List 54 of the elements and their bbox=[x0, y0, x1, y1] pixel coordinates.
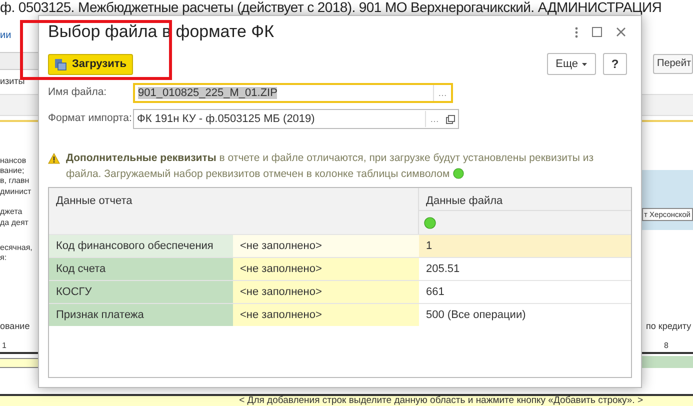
link[interactable]: ии bbox=[0, 28, 12, 43]
toolbar bbox=[0, 52, 38, 70]
picker-button[interactable]: … bbox=[433, 85, 451, 101]
warning-text: Дополнительные реквизиты в отчете и файле отличаются, при загрузке будут установлены реквизиты из файла. Загружаемый набор реквизитов отмечен в колонке таблицы символом bbox=[66, 151, 595, 182]
label: вание; bbox=[0, 165, 24, 177]
table-cell: 1 bbox=[419, 235, 631, 257]
table-cell: Код счета bbox=[49, 258, 233, 280]
field-label: Формат импорта: bbox=[48, 111, 133, 126]
button[interactable]: Перейт bbox=[653, 54, 693, 74]
load-button[interactable]: Загрузить bbox=[48, 54, 133, 74]
column-header: Данные файла bbox=[419, 188, 631, 211]
input-field[interactable]: ФК 191н КУ - ф.0503125 МБ (2019) … bbox=[133, 109, 459, 129]
picker-button[interactable]: … bbox=[425, 111, 443, 127]
table-row[interactable]: КОСГУ <не заполнено> 661 bbox=[49, 280, 631, 303]
label: есячная, bbox=[0, 242, 32, 254]
table-cell bbox=[642, 356, 693, 368]
table-cell: <не заполнено> bbox=[233, 258, 419, 280]
input-field[interactable]: 901_010825_225_M_01.ZIP … bbox=[133, 83, 453, 103]
table-cell: <не заполнено> bbox=[233, 235, 419, 257]
column-header: по кредиту bbox=[646, 320, 692, 333]
label: да деят bbox=[0, 217, 28, 229]
table-cell: КОСГУ bbox=[49, 281, 233, 303]
more-icon[interactable] bbox=[575, 26, 578, 38]
table-row bbox=[0, 358, 38, 368]
table-cell: Признак платежа bbox=[49, 304, 233, 326]
label: дминист bbox=[0, 186, 32, 198]
table-row[interactable]: Признак платежа <не заполнено> 500 (Все операции) bbox=[49, 303, 631, 326]
hint-text: < Для добавления строк выделите данную область и нажмите кнопку «Добавить строку». > bbox=[239, 396, 643, 406]
status-dot-icon bbox=[424, 216, 436, 228]
close-icon[interactable] bbox=[616, 27, 626, 37]
column-number: 8 bbox=[664, 341, 668, 351]
maximize-icon[interactable] bbox=[592, 27, 602, 37]
label: я: bbox=[0, 252, 7, 264]
table-cell: Код финансового обеспечения bbox=[49, 235, 233, 257]
table-row[interactable]: Код финансового обеспечения <не заполнено> 1 bbox=[49, 234, 631, 257]
window-title: ф. 0503125. Межбюджетные расчеты (действует с 2018). 901 МО Верхнерогачикский. АДМИНИСТРАЦИЯ bbox=[0, 0, 662, 15]
table-cell: <не заполнено> bbox=[233, 304, 419, 326]
column-number: 1 bbox=[2, 341, 6, 351]
database-icon bbox=[54, 58, 67, 70]
label: джета bbox=[0, 206, 22, 218]
table-cell: <не заполнено> bbox=[233, 281, 419, 303]
field-label: Имя файла: bbox=[48, 85, 108, 100]
status-dot-icon bbox=[452, 168, 464, 179]
label: в, главн bbox=[0, 175, 30, 187]
label: нансов bbox=[0, 155, 26, 167]
open-icon[interactable] bbox=[446, 114, 455, 124]
tab[interactable]: изиты bbox=[0, 75, 25, 88]
table-row[interactable]: Код счета <не заполнено> 205.51 bbox=[49, 257, 631, 280]
warning-icon bbox=[48, 153, 60, 164]
column-header: Данные отчета bbox=[49, 188, 419, 234]
help-button[interactable]: ? bbox=[603, 53, 627, 75]
column-header: ование bbox=[0, 320, 30, 333]
more-button[interactable]: Еще bbox=[546, 53, 596, 75]
caret-icon bbox=[582, 62, 587, 66]
